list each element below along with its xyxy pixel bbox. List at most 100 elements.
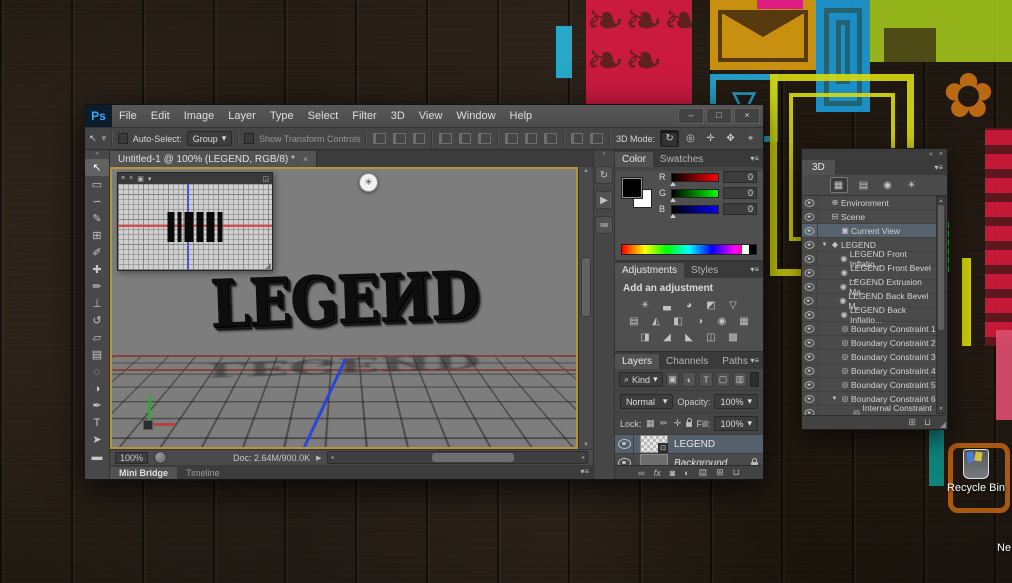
menu-filter[interactable]: Filter [345,110,383,122]
status-globe-icon[interactable] [154,451,167,464]
menu-edit[interactable]: Edit [144,110,177,122]
menu-type[interactable]: Type [263,110,301,122]
new-layer-icon[interactable]: ⊞ [716,467,724,478]
eyedropper-tool[interactable]: ✐ [85,244,109,261]
green-channel-slider[interactable] [671,189,719,198]
hue-saturation-icon[interactable]: ▤ [626,314,642,328]
scroll-down-icon[interactable]: ▼ [937,406,945,412]
panel-collapse-icon[interactable]: « [929,151,933,158]
layer-visibility-eye-icon[interactable] [615,454,634,465]
filter-pixel-layers-icon[interactable]: ▣ [666,372,680,387]
lock-all-icon[interactable] [686,422,692,427]
3d-item-constraint[interactable]: ◎Boundary Constraint 5 [802,378,938,392]
filter-shape-layers-icon[interactable]: ▢ [716,372,730,387]
filter-whole-scene-icon[interactable]: ▦ [830,177,848,193]
blue-channel-value[interactable]: 0 [723,203,757,215]
lock-transparency-icon[interactable]: ▦ [646,418,656,429]
secondary-view-menu-icon[interactable]: ≡ [121,175,125,182]
photo-filter-icon[interactable]: ◑ [692,314,708,328]
layer-visibility-eye-icon[interactable] [615,435,634,453]
secondary-view-swap-icon[interactable]: ▣ [137,175,144,183]
tab-3d[interactable]: 3D [802,160,835,175]
3d-panel-scrollbar[interactable]: ▲ ▼ [936,196,946,414]
panel-close-icon[interactable]: × [939,151,943,158]
filter-materials-icon[interactable]: ◉ [880,178,896,192]
brightness-contrast-icon[interactable]: ☀ [637,298,653,312]
exposure-icon[interactable]: ◩ [703,298,719,312]
tool-preset-dropdown-icon[interactable]: ▾ [102,133,107,144]
close-button[interactable]: × [734,108,760,124]
blue-channel-slider[interactable] [671,205,719,214]
channel-mixer-icon[interactable]: ◉ [714,314,730,328]
new-3d-item-icon[interactable]: ⊞ [908,417,916,428]
visibility-eye-icon[interactable] [802,266,818,279]
eraser-tool[interactable]: ▱ [85,329,109,346]
visibility-eye-icon[interactable] [802,350,818,363]
zoom-level-field[interactable]: 100% [115,452,148,464]
green-channel-value[interactable]: 0 [723,187,757,199]
3d-item-constraint[interactable]: ◎Boundary Constraint 2 [802,336,938,350]
layer-name[interactable]: LEGEND [674,439,715,450]
panel-menu-icon[interactable]: ▾≡ [580,467,589,476]
red-channel-value[interactable]: 0 [723,171,757,183]
opacity-field[interactable]: 100% ▾ [714,394,758,409]
shape-tool[interactable]: ▬ [85,448,109,465]
foreground-background-swatches[interactable] [622,178,652,208]
filter-lights-icon[interactable]: ☀ [904,178,920,192]
horizontal-scroll-thumb[interactable] [432,453,514,462]
tab-adjustments[interactable]: Adjustments [615,263,684,278]
menu-file[interactable]: File [112,110,144,122]
gradient-tool[interactable]: ▤ [85,346,109,363]
healing-brush-tool[interactable]: ✚ [85,261,109,278]
menu-layer[interactable]: Layer [221,110,263,122]
3d-item-constraint[interactable]: ◎Boundary Constraint 4 [802,364,938,378]
document-tab[interactable]: Untitled-1 @ 100% (LEGEND, RGB/8) * × [110,151,317,167]
fill-field[interactable]: 100% ▾ [714,416,758,431]
tab-styles[interactable]: Styles [684,263,725,278]
horizontal-scrollbar[interactable]: ◂ ▸ [327,451,588,464]
scroll-thumb[interactable] [938,205,944,330]
delete-layer-icon[interactable]: ⊔ [733,467,740,478]
vibrance-icon[interactable]: ▽ [725,298,741,312]
red-channel-slider[interactable] [671,173,719,182]
layer-thumbnail[interactable]: ⊡ [640,435,668,453]
visibility-eye-icon[interactable] [802,224,818,237]
expand-triangle-icon[interactable]: ▼ [818,242,829,248]
panel-menu-icon[interactable]: ▾≡ [750,154,759,163]
vertical-scroll-thumb[interactable] [581,257,591,317]
secondary-view-close-icon[interactable]: × [129,175,133,182]
posterize-icon[interactable]: ◢ [659,330,675,344]
history-brush-tool[interactable]: ↺ [85,312,109,329]
status-flyout-icon[interactable]: ▶ [316,454,321,462]
chevron-down-icon[interactable]: ▾ [148,175,152,183]
tab-mini-bridge[interactable]: Mini Bridge [110,467,177,479]
tab-close-icon[interactable]: × [303,154,308,164]
align-bottom-edges-icon[interactable] [413,133,426,144]
slide-3d-camera-icon[interactable]: ✥ [722,131,739,146]
distribute-left-edges-icon[interactable] [571,133,584,144]
pan-3d-camera-icon[interactable]: ✛ [702,131,719,146]
tab-color[interactable]: Color [615,152,653,167]
3d-item-scene[interactable]: ⊟Scene [802,210,938,224]
filter-adjustment-layers-icon[interactable]: ◐ [682,372,696,387]
toolbar-collapse-icon[interactable]: » [95,150,98,159]
auto-select-checkbox[interactable] [118,133,128,144]
visibility-eye-icon[interactable] [802,336,818,349]
lock-pixels-icon[interactable]: ✏ [659,418,669,429]
roll-3d-camera-icon[interactable]: ◎ [682,131,699,146]
secondary-3d-view[interactable]: ≡ × ▣ ▾ ◲ ◢ [117,172,273,271]
tab-paths[interactable]: Paths [715,354,755,369]
tool-preset-icon[interactable]: ↖ [89,133,97,144]
3d-item-material[interactable]: ◉LEGEND Back Inflatio... [802,308,938,322]
3d-item-constraint[interactable]: ◎Boundary Constraint 1 [802,322,938,336]
tab-channels[interactable]: Channels [659,354,715,369]
distribute-vertical-centers-icon[interactable] [525,133,538,144]
scroll-down-icon[interactable]: ▼ [579,442,593,448]
adjustment-layer-icon[interactable]: ◐ [684,468,689,478]
scroll-right-icon[interactable]: ▸ [582,454,585,461]
history-panel-icon[interactable]: ↻ [595,166,613,184]
layer-mask-icon[interactable]: ◙ [670,468,675,478]
visibility-eye-icon[interactable] [802,406,818,415]
tab-layers[interactable]: Layers [615,354,659,369]
visibility-eye-icon[interactable] [802,280,817,293]
